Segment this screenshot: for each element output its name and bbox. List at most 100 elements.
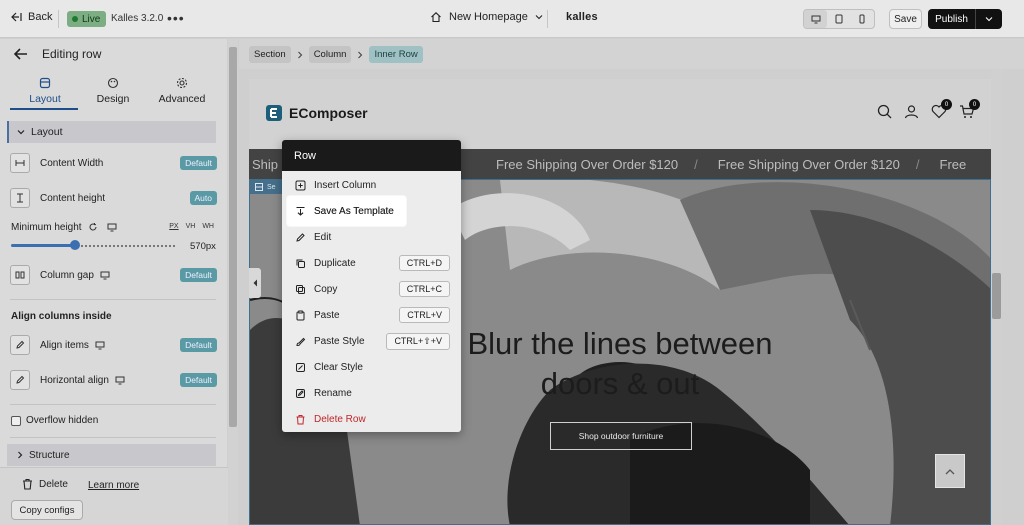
breadcrumb-inner-row[interactable]: Inner Row (369, 46, 423, 63)
chevron-down-icon (535, 15, 543, 20)
breadcrumb-section[interactable]: Section (249, 46, 291, 63)
align-items-row[interactable]: Align items Default (10, 335, 217, 355)
content-height-row[interactable]: Content height Auto (10, 188, 217, 208)
page-selector[interactable]: New Homepage (430, 11, 543, 23)
tab-advanced[interactable]: Advanced (147, 77, 217, 105)
cart-icon[interactable]: 0 (959, 99, 980, 119)
column-gap-row[interactable]: Column gap Default (10, 265, 217, 285)
trash-icon (23, 478, 32, 490)
overflow-hidden-label: Overflow hidden (26, 415, 99, 426)
reset-icon[interactable] (88, 222, 98, 232)
more-options-icon[interactable]: ••• (167, 10, 185, 26)
mobile-view-button[interactable] (851, 10, 874, 28)
brush-icon (295, 337, 305, 346)
menu-paste[interactable]: Paste CTRL+V (282, 302, 461, 328)
wishlist-icon[interactable]: 0 (931, 99, 952, 119)
marquee-text: Free (939, 156, 967, 172)
menu-duplicate[interactable]: Duplicate CTRL+D (282, 250, 461, 276)
menu-item-label: Insert Column (314, 179, 377, 191)
divider (10, 437, 216, 438)
content-width-badge[interactable]: Default (180, 156, 217, 170)
min-height-row: Minimum height PX VH WH (11, 222, 217, 233)
panel-footer: Delete Learn more Copy configs (0, 467, 238, 525)
menu-rename[interactable]: Rename (282, 380, 461, 406)
structure-section-toggle[interactable]: Structure (7, 444, 216, 466)
canvas-scrollbar[interactable] (991, 69, 1002, 525)
unit-vh[interactable]: VH (186, 223, 196, 230)
content-width-label: Content Width (40, 157, 104, 169)
menu-edit[interactable]: Edit (282, 224, 461, 250)
tab-layout[interactable]: Layout (10, 77, 80, 105)
menu-item-label: Paste (314, 309, 340, 321)
delete-button[interactable]: Delete (22, 478, 68, 490)
menu-item-label: Paste Style (314, 335, 365, 347)
hero-heading-line: Blur the lines between (467, 326, 773, 361)
menu-paste-style[interactable]: Paste Style CTRL+⇧+V (282, 328, 461, 354)
store-logo[interactable]: EComposer (265, 104, 368, 122)
shortcut-hint: CTRL+C (398, 281, 450, 297)
menu-delete-row[interactable]: Delete Row (282, 406, 461, 432)
publish-options-button[interactable] (976, 9, 1002, 29)
panel-scrollbar-thumb[interactable] (229, 47, 237, 427)
desktop-icon (811, 15, 821, 23)
unit-wh[interactable]: WH (202, 223, 214, 230)
panel-header: Editing row (0, 39, 227, 69)
divider (10, 299, 216, 300)
search-icon[interactable] (877, 104, 892, 119)
shop-outdoor-button[interactable]: Shop outdoor furniture (550, 422, 692, 450)
divider (58, 10, 59, 28)
horizontal-align-badge[interactable]: Default (180, 373, 217, 387)
marquee-text: Free Shipping Over Order $120 (717, 156, 900, 172)
header-icons: 0 0 (877, 99, 980, 119)
caret-left-icon (253, 279, 257, 287)
marquee-text: Free Shipping Over Order $120 (496, 156, 679, 172)
menu-save-as-template[interactable]: Save As Template (282, 198, 461, 224)
layout-section-toggle[interactable]: Layout (7, 121, 216, 143)
align-items-badge[interactable]: Default (180, 338, 217, 352)
checkbox-box[interactable] (11, 415, 21, 426)
layout-icon (39, 77, 51, 89)
account-icon[interactable] (904, 104, 919, 119)
chevron-right-icon (18, 451, 23, 459)
canvas-scrollbar-thumb[interactable] (992, 273, 1001, 319)
copy-configs-button[interactable]: Copy configs (11, 500, 83, 520)
plus-square-icon (295, 180, 305, 190)
publish-button[interactable]: Publish (928, 9, 976, 29)
editor-panel: Editing row Layout Design Advanced Layou… (0, 39, 238, 525)
content-height-badge[interactable]: Auto (189, 191, 217, 205)
active-tab-indicator (10, 108, 78, 110)
overflow-hidden-checkbox[interactable]: Overflow hidden (11, 415, 98, 426)
panel-scrollbar[interactable] (228, 39, 238, 525)
publish-button-group: Publish (928, 9, 1002, 29)
menu-item-label: Clear Style (314, 361, 363, 373)
tablet-view-button[interactable] (827, 10, 850, 28)
content-width-row[interactable]: Content Width Default (10, 153, 217, 173)
divider (547, 10, 548, 28)
rename-icon (295, 388, 305, 398)
back-label: Back (28, 11, 53, 23)
collapse-panel-button[interactable] (249, 268, 261, 298)
download-icon (296, 206, 304, 216)
logo-text: EComposer (289, 105, 368, 121)
slider-handle[interactable] (70, 240, 80, 250)
breadcrumb-column[interactable]: Column (308, 46, 352, 63)
save-button[interactable]: Save (889, 9, 922, 29)
menu-clear-style[interactable]: Clear Style (282, 354, 461, 380)
trash-icon (296, 414, 304, 424)
menu-insert-column[interactable]: Insert Column (282, 172, 461, 198)
column-gap-label: Column gap (40, 269, 94, 281)
scroll-to-top-button[interactable] (935, 454, 965, 488)
learn-more-link[interactable]: Learn more (88, 480, 139, 491)
back-button[interactable]: Back (10, 11, 52, 23)
menu-copy[interactable]: Copy CTRL+C (282, 276, 461, 302)
content-height-label: Content height (40, 192, 106, 204)
tab-design[interactable]: Design (78, 77, 148, 105)
column-gap-badge[interactable]: Default (180, 268, 217, 282)
desktop-view-button[interactable] (804, 10, 828, 28)
horizontal-align-row[interactable]: Horizontal align Default (10, 370, 217, 390)
desktop-icon (100, 271, 110, 279)
selected-element-name: Se (267, 183, 276, 191)
min-height-slider[interactable] (11, 240, 176, 250)
panel-back-button[interactable] (12, 46, 30, 62)
unit-px[interactable]: PX (169, 223, 178, 230)
